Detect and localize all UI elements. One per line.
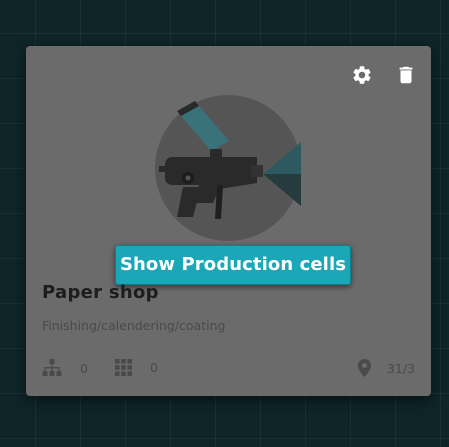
hierarchy-count: 0 [80,360,88,376]
gear-icon[interactable] [351,64,373,86]
card-footer: 0 0 31/3 [42,359,415,379]
spray-gun-icon [155,95,301,241]
hierarchy-icon [42,359,62,376]
card-title: Paper shop [42,282,159,303]
cells-stat: 0 [115,359,158,376]
department-card[interactable]: Show Production cells Paper shop Finishi… [26,46,431,396]
grid-icon [115,359,132,376]
location-pin-icon [357,359,371,377]
trash-icon[interactable] [395,64,417,86]
hierarchy-stat: 0 [42,359,88,377]
show-production-cells-button[interactable]: Show Production cells [115,245,351,285]
cells-count: 0 [150,360,158,375]
location-value: 31/3 [386,360,415,376]
card-subtitle: Finishing/calendering/coating [42,318,226,333]
card-actions [351,64,417,86]
location-stat: 31/3 [357,359,415,377]
